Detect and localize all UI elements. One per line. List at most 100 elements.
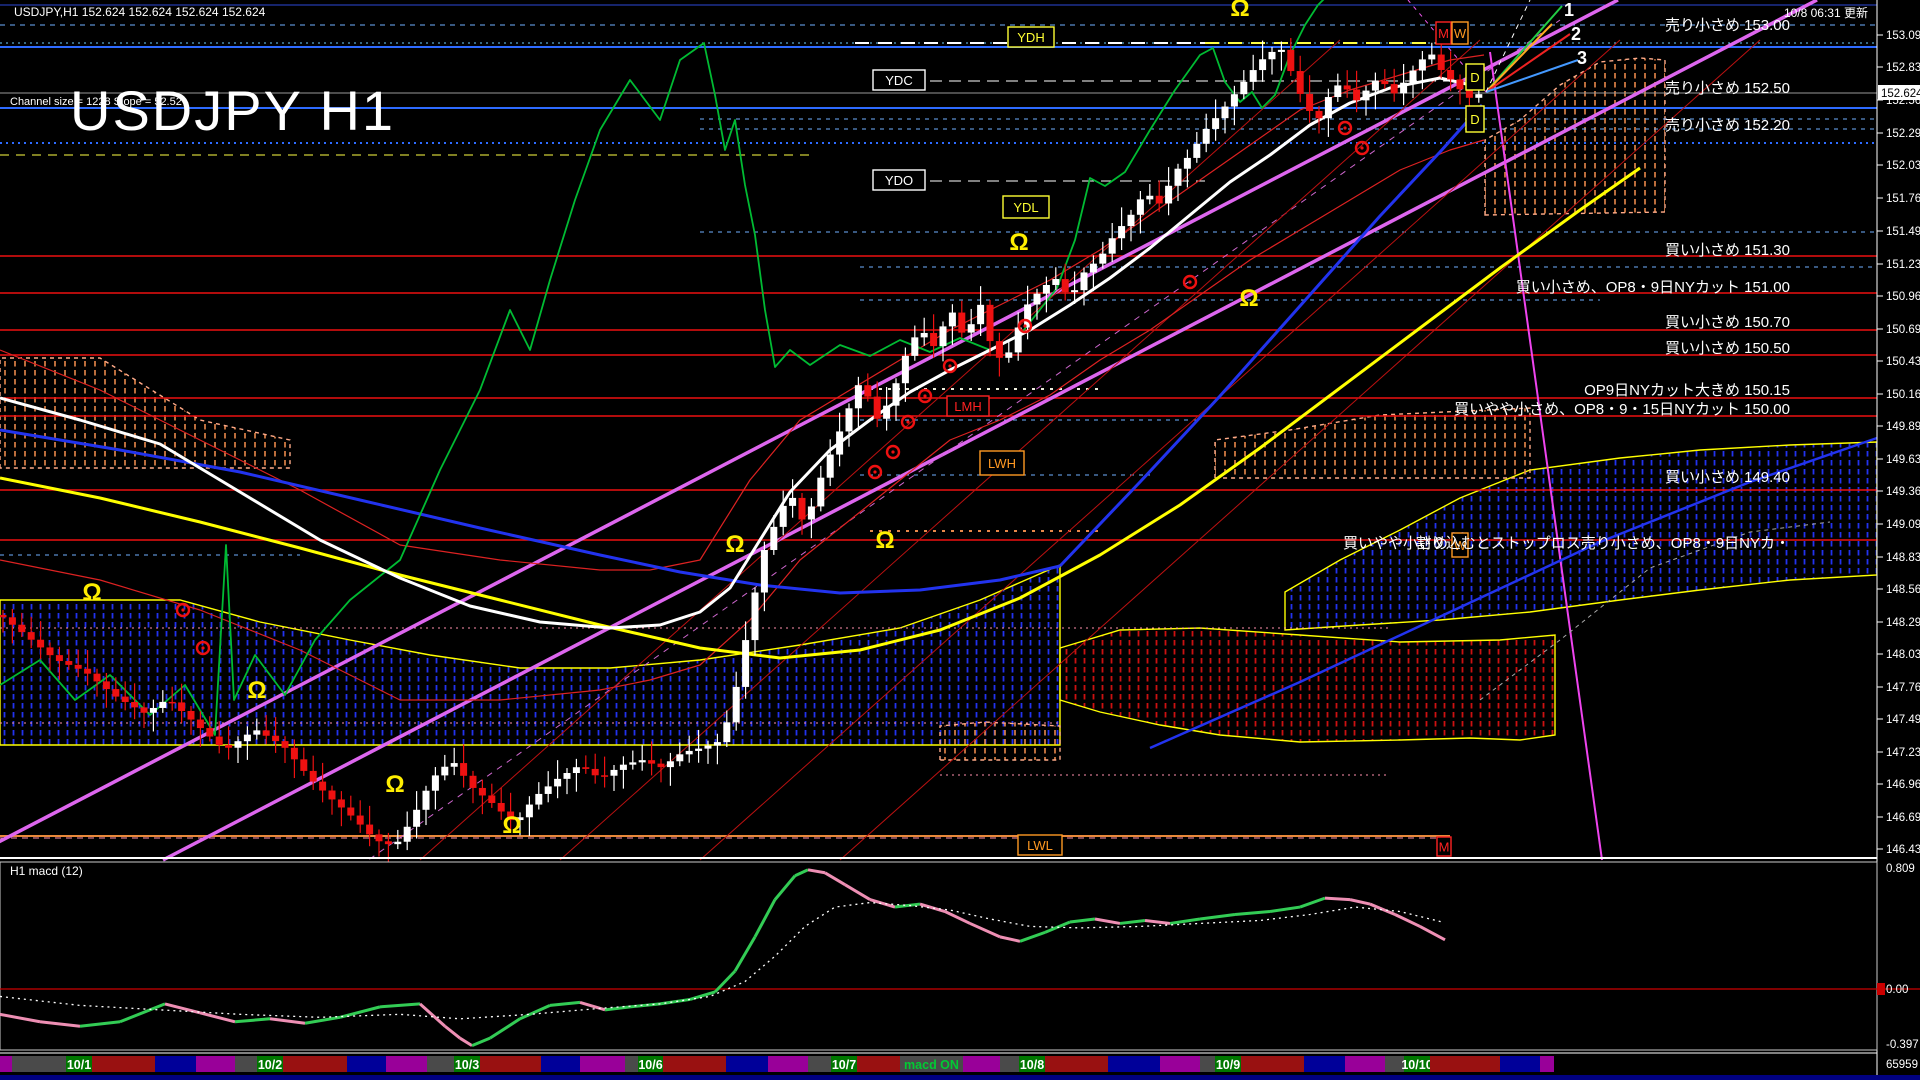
candle-body — [253, 730, 260, 734]
circle-mark-dot — [873, 470, 876, 473]
candle-body — [282, 741, 289, 748]
candle-body — [1475, 94, 1482, 98]
candle-body — [1212, 118, 1219, 129]
date-label: 10/7 — [832, 1058, 856, 1072]
candle-body — [545, 786, 552, 794]
omega-mark: Ω — [725, 531, 744, 558]
fan-label: 2 — [1571, 24, 1581, 44]
session-segment — [1160, 1056, 1200, 1072]
trading-chart-window[interactable]: ΩΩΩΩΩΩΩΩΩ 123 YDHYDCYDOYDLLMHLWHLWLMWDDW… — [0, 0, 1920, 1080]
macd-axis-label: 0.809 — [1886, 863, 1915, 875]
candle-body — [1325, 97, 1332, 118]
candle-body — [770, 527, 777, 550]
macd-panel: 0.8090.00-0.39765959 — [0, 858, 1920, 1071]
candle-body — [846, 408, 853, 431]
candle-body — [564, 773, 571, 779]
candle-body — [864, 385, 871, 396]
chart-canvas[interactable]: ΩΩΩΩΩΩΩΩΩ 123 YDHYDCYDOYDLLMHLWHLWLMWDDW… — [0, 0, 1920, 1080]
candle-body — [949, 313, 956, 327]
candle-body — [1250, 70, 1257, 82]
circle-mark-dot — [906, 420, 909, 423]
session-segment — [283, 1056, 347, 1072]
candle-body — [1099, 254, 1106, 264]
session-segment — [1108, 1056, 1160, 1072]
candle-body — [554, 779, 561, 787]
candle-body — [112, 689, 119, 697]
label-box-text: YDO — [885, 173, 913, 188]
annotation-text: 買い小さめ 150.50 — [1665, 340, 1790, 357]
candle-body — [1128, 215, 1135, 226]
candle-body — [122, 697, 129, 702]
candle-body — [1165, 186, 1172, 204]
candle-body — [131, 702, 138, 707]
label-box-text: M — [1438, 26, 1449, 41]
candle-body — [329, 791, 336, 800]
omega-mark: Ω — [385, 771, 404, 798]
label-box-text: LWL — [1027, 838, 1053, 853]
candle-body — [479, 788, 486, 796]
macd-zero-tag — [1877, 983, 1885, 995]
candle-body — [460, 763, 467, 776]
session-segment — [768, 1056, 808, 1072]
price-label: 149.895 — [1886, 421, 1920, 433]
session-segment — [541, 1056, 580, 1072]
candle-body — [1175, 169, 1182, 186]
symbol-quote-line: USDJPY,H1 152.624 152.624 152.624 152.62… — [14, 5, 265, 19]
omega-mark: Ω — [502, 812, 521, 839]
session-segment — [1200, 1056, 1215, 1072]
session-segment — [1540, 1056, 1554, 1072]
candle-body — [874, 397, 881, 419]
candle-body — [667, 761, 674, 767]
session-segment — [1000, 1056, 1019, 1072]
annotation-text: 買い小さめ、OP8・9日NYカット 151.00 — [1516, 279, 1790, 296]
candle-body — [263, 730, 270, 735]
candle-body — [601, 775, 608, 777]
candle-body — [272, 736, 279, 741]
macd-frame — [0, 862, 1877, 1050]
session-timeline[interactable]: 10/110/210/310/610/7macd ON10/810/910/10 — [0, 1053, 1920, 1080]
session-segment — [480, 1056, 541, 1072]
candle-body — [535, 794, 542, 805]
candle-body — [1231, 94, 1238, 106]
channel-info: Channel size = 1228 Slope = 52.52 — [10, 96, 182, 108]
omega-mark: Ω — [1239, 285, 1258, 312]
candle-body — [1410, 71, 1417, 83]
candle-body — [1419, 59, 1426, 70]
candle-body — [1438, 55, 1445, 70]
candle-body — [1334, 85, 1341, 97]
annotation-text: 買い小さめ 149.40 — [1665, 469, 1790, 486]
label-box-text: YDL — [1013, 200, 1038, 215]
annotation-text: 買い小さめ 150.70 — [1665, 314, 1790, 331]
candle-body — [1156, 196, 1163, 204]
label-box-text: LMH — [954, 399, 981, 414]
candle-body — [902, 356, 909, 383]
label-box-text: D — [1470, 70, 1479, 85]
candle-body — [216, 737, 223, 745]
date-label: 10/9 — [1216, 1058, 1240, 1072]
candle-body — [817, 478, 824, 507]
candle-body — [855, 385, 862, 408]
candle-body — [592, 769, 599, 775]
circle-mark-dot — [1188, 280, 1191, 283]
session-segment — [235, 1056, 257, 1072]
price-axis[interactable]: 153.095152.830152.560152.295152.030151.7… — [1877, 0, 1920, 1080]
price-label: 146.695 — [1886, 812, 1920, 824]
candle-body — [1306, 94, 1313, 111]
candle-body — [1372, 81, 1379, 91]
candle-body — [1353, 89, 1360, 100]
candle-body — [705, 746, 712, 749]
candle-body — [958, 313, 965, 333]
candle-body — [451, 763, 458, 767]
candle-body — [9, 617, 16, 624]
candle-body — [1363, 91, 1370, 101]
candle-body — [1137, 199, 1144, 214]
price-label: 147.760 — [1886, 682, 1920, 694]
candle-body — [366, 825, 373, 835]
session-segment — [1345, 1056, 1385, 1072]
candle-body — [376, 834, 383, 841]
candle-body — [808, 506, 815, 519]
price-label: 150.960 — [1886, 291, 1920, 303]
session-segment — [663, 1056, 726, 1072]
candle-body — [169, 702, 176, 704]
candle-body — [18, 625, 25, 632]
